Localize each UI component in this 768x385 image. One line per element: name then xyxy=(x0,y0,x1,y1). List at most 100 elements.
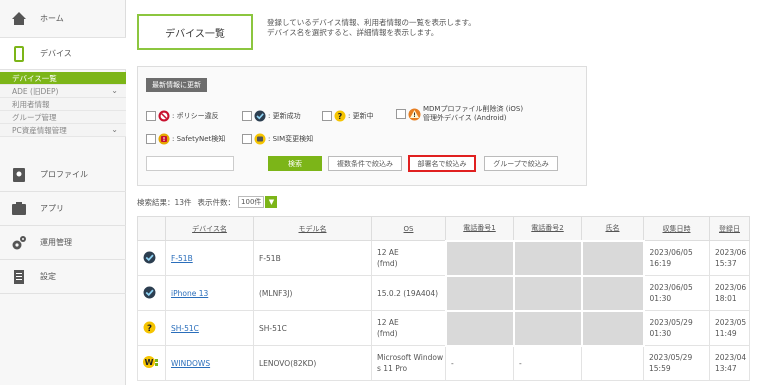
sub-ade-label: ADE (旧DEP) xyxy=(12,86,59,96)
nav-operation[interactable]: 運用管理 xyxy=(0,226,126,260)
header-tel1[interactable]: 電話番号1 xyxy=(445,216,514,241)
row-tel1 xyxy=(444,239,515,277)
success-checkbox[interactable] xyxy=(242,111,252,121)
mdm-checkbox[interactable] xyxy=(396,109,406,119)
header-model-name[interactable]: モデル名 xyxy=(253,216,372,241)
table-row: W WINDOWS LENOVO(82KD) Microsoft Window s… xyxy=(137,345,750,381)
sub-ade[interactable]: ADE (旧DEP) ⌄ xyxy=(0,85,126,98)
chevron-down-icon: ⌄ xyxy=(111,125,118,134)
row-model: (MLNF3J) xyxy=(253,275,372,311)
safetynet-checkbox[interactable] xyxy=(146,134,156,144)
policy-checkbox[interactable] xyxy=(146,111,156,121)
sim-checkbox[interactable] xyxy=(242,134,252,144)
row-device: SH-51C xyxy=(165,310,254,346)
table-row: F-51B F-51B 12 AE (fmd) 2023/06/05 16:19 2… xyxy=(137,239,750,277)
profile-icon xyxy=(10,166,28,184)
update-success-icon xyxy=(143,286,156,298)
home-icon xyxy=(10,10,28,28)
os-line-1: Microsoft Window xyxy=(377,353,444,362)
row-device: F-51B xyxy=(165,240,254,276)
nav-operation-label: 運用管理 xyxy=(40,238,72,247)
header-os[interactable]: OS xyxy=(371,216,446,241)
per-page-select[interactable]: 100件 xyxy=(238,196,265,208)
nav-profile[interactable]: プロファイル xyxy=(0,158,126,192)
row-status xyxy=(137,240,166,276)
legend-success-label: : 更新成功 xyxy=(268,112,301,120)
sub-device-list-label: デバイス一覧 xyxy=(12,73,57,83)
safetynet-icon xyxy=(158,133,170,145)
row-tel1: - xyxy=(445,345,514,381)
sub-user-info[interactable]: 利用者情報 xyxy=(0,98,126,111)
nav-profile-label: プロファイル xyxy=(40,170,88,179)
header-tel2[interactable]: 電話番号2 xyxy=(513,216,582,241)
registered-date: 2023/05 xyxy=(715,318,747,327)
header-collected[interactable]: 収集日時 xyxy=(643,216,710,241)
collected-time: 01:30 xyxy=(649,329,672,338)
filter-panel: 最新情報に更新 : ポリシー違反 : 更新成功 ? : 更新中 MDMプロファイ… xyxy=(137,66,587,186)
filter-multi-button[interactable]: 複数条件で絞込み xyxy=(328,156,402,171)
updating-icon: ? xyxy=(334,110,346,122)
device-link[interactable]: iPhone 13 xyxy=(171,289,208,298)
os-line-1: 12 AE xyxy=(377,248,399,257)
result-count: 検索結果：13件 xyxy=(137,197,192,207)
sim-change-icon xyxy=(254,133,266,145)
chevron-down-icon: ⌄ xyxy=(111,86,118,95)
legend-sim-label: : SIM変更検知 xyxy=(268,135,314,143)
search-button[interactable]: 検索 xyxy=(268,156,322,171)
collected-date: 2023/06/05 xyxy=(649,248,693,257)
row-tel1 xyxy=(444,274,515,312)
os-line-2: (fmd) xyxy=(377,259,398,268)
refresh-button[interactable]: 最新情報に更新 xyxy=(146,78,207,92)
chevron-down-icon[interactable]: ▼ xyxy=(265,196,278,208)
row-tel1 xyxy=(444,309,515,347)
header-name[interactable]: 氏名 xyxy=(581,216,644,241)
row-model: LENOVO(82KD) xyxy=(253,345,372,381)
legend-updating: ? : 更新中 xyxy=(322,110,374,122)
device-table: デバイス名 モデル名 OS 電話番号1 電話番号2 氏名 収集日時 登録日 F-… xyxy=(137,216,750,381)
device-link[interactable]: F-51B xyxy=(171,254,193,263)
sub-device-list[interactable]: デバイス一覧 xyxy=(0,72,126,85)
row-name xyxy=(580,239,645,277)
device-link[interactable]: SH-51C xyxy=(171,324,199,333)
filter-dept-button[interactable]: 部署名で絞込み xyxy=(408,155,476,172)
row-name xyxy=(580,309,645,347)
page-title: デバイス一覧 xyxy=(137,14,253,50)
updating-checkbox[interactable] xyxy=(322,111,332,121)
row-os: 12 AE (fmd) xyxy=(371,310,446,346)
update-success-icon xyxy=(254,110,266,122)
nav-app[interactable]: アプリ xyxy=(0,192,126,226)
row-tel2 xyxy=(512,309,583,347)
row-os: Microsoft Window s 11 Pro xyxy=(371,345,446,381)
app-icon xyxy=(10,200,28,218)
sub-pc-asset[interactable]: PC資産情報管理 ⌄ xyxy=(0,124,126,137)
nav-home-label: ホーム xyxy=(40,14,64,23)
header-registered[interactable]: 登録日 xyxy=(709,216,750,241)
row-status: ? xyxy=(137,310,166,346)
search-input[interactable] xyxy=(146,156,234,171)
row-os: 12 AE (fmd) xyxy=(371,240,446,276)
nav-device[interactable]: デバイス xyxy=(0,38,126,70)
sub-group[interactable]: グループ管理 xyxy=(0,111,126,124)
row-tel2 xyxy=(512,239,583,277)
nav-home[interactable]: ホーム xyxy=(0,0,126,38)
device-link[interactable]: WINDOWS xyxy=(171,359,210,368)
registered-date: 2023/06 xyxy=(715,248,747,257)
header-device-name[interactable]: デバイス名 xyxy=(165,216,254,241)
nav-settings[interactable]: 設定 xyxy=(0,260,126,294)
filter-group-button[interactable]: グループで絞込み xyxy=(484,156,558,171)
mdm-removed-icon xyxy=(408,108,421,120)
svg-text:?: ? xyxy=(338,112,343,121)
registered-date: 2023/06 xyxy=(715,283,747,292)
updating-icon: ? xyxy=(143,321,156,333)
nav-app-label: アプリ xyxy=(40,204,64,213)
row-registered: 2023/06 15:37 xyxy=(709,240,750,276)
legend-policy: : ポリシー違反 xyxy=(146,110,219,122)
row-collected: 2023/06/05 16:19 xyxy=(643,240,710,276)
table-row: iPhone 13 (MLNF3J) 15.0.2 (19A404) 2023/… xyxy=(137,274,750,312)
windows-icon: W xyxy=(143,356,158,368)
description-line-1: 登録しているデバイス情報、利用者情報の一覧を表示します。 xyxy=(267,18,476,27)
legend-sim: : SIM変更検知 xyxy=(242,133,313,145)
legend-mdm: MDMプロファイル削除済 (iOS) 管理外デバイス (Android) xyxy=(396,105,523,123)
update-success-icon xyxy=(143,251,156,263)
row-tel2 xyxy=(512,274,583,312)
